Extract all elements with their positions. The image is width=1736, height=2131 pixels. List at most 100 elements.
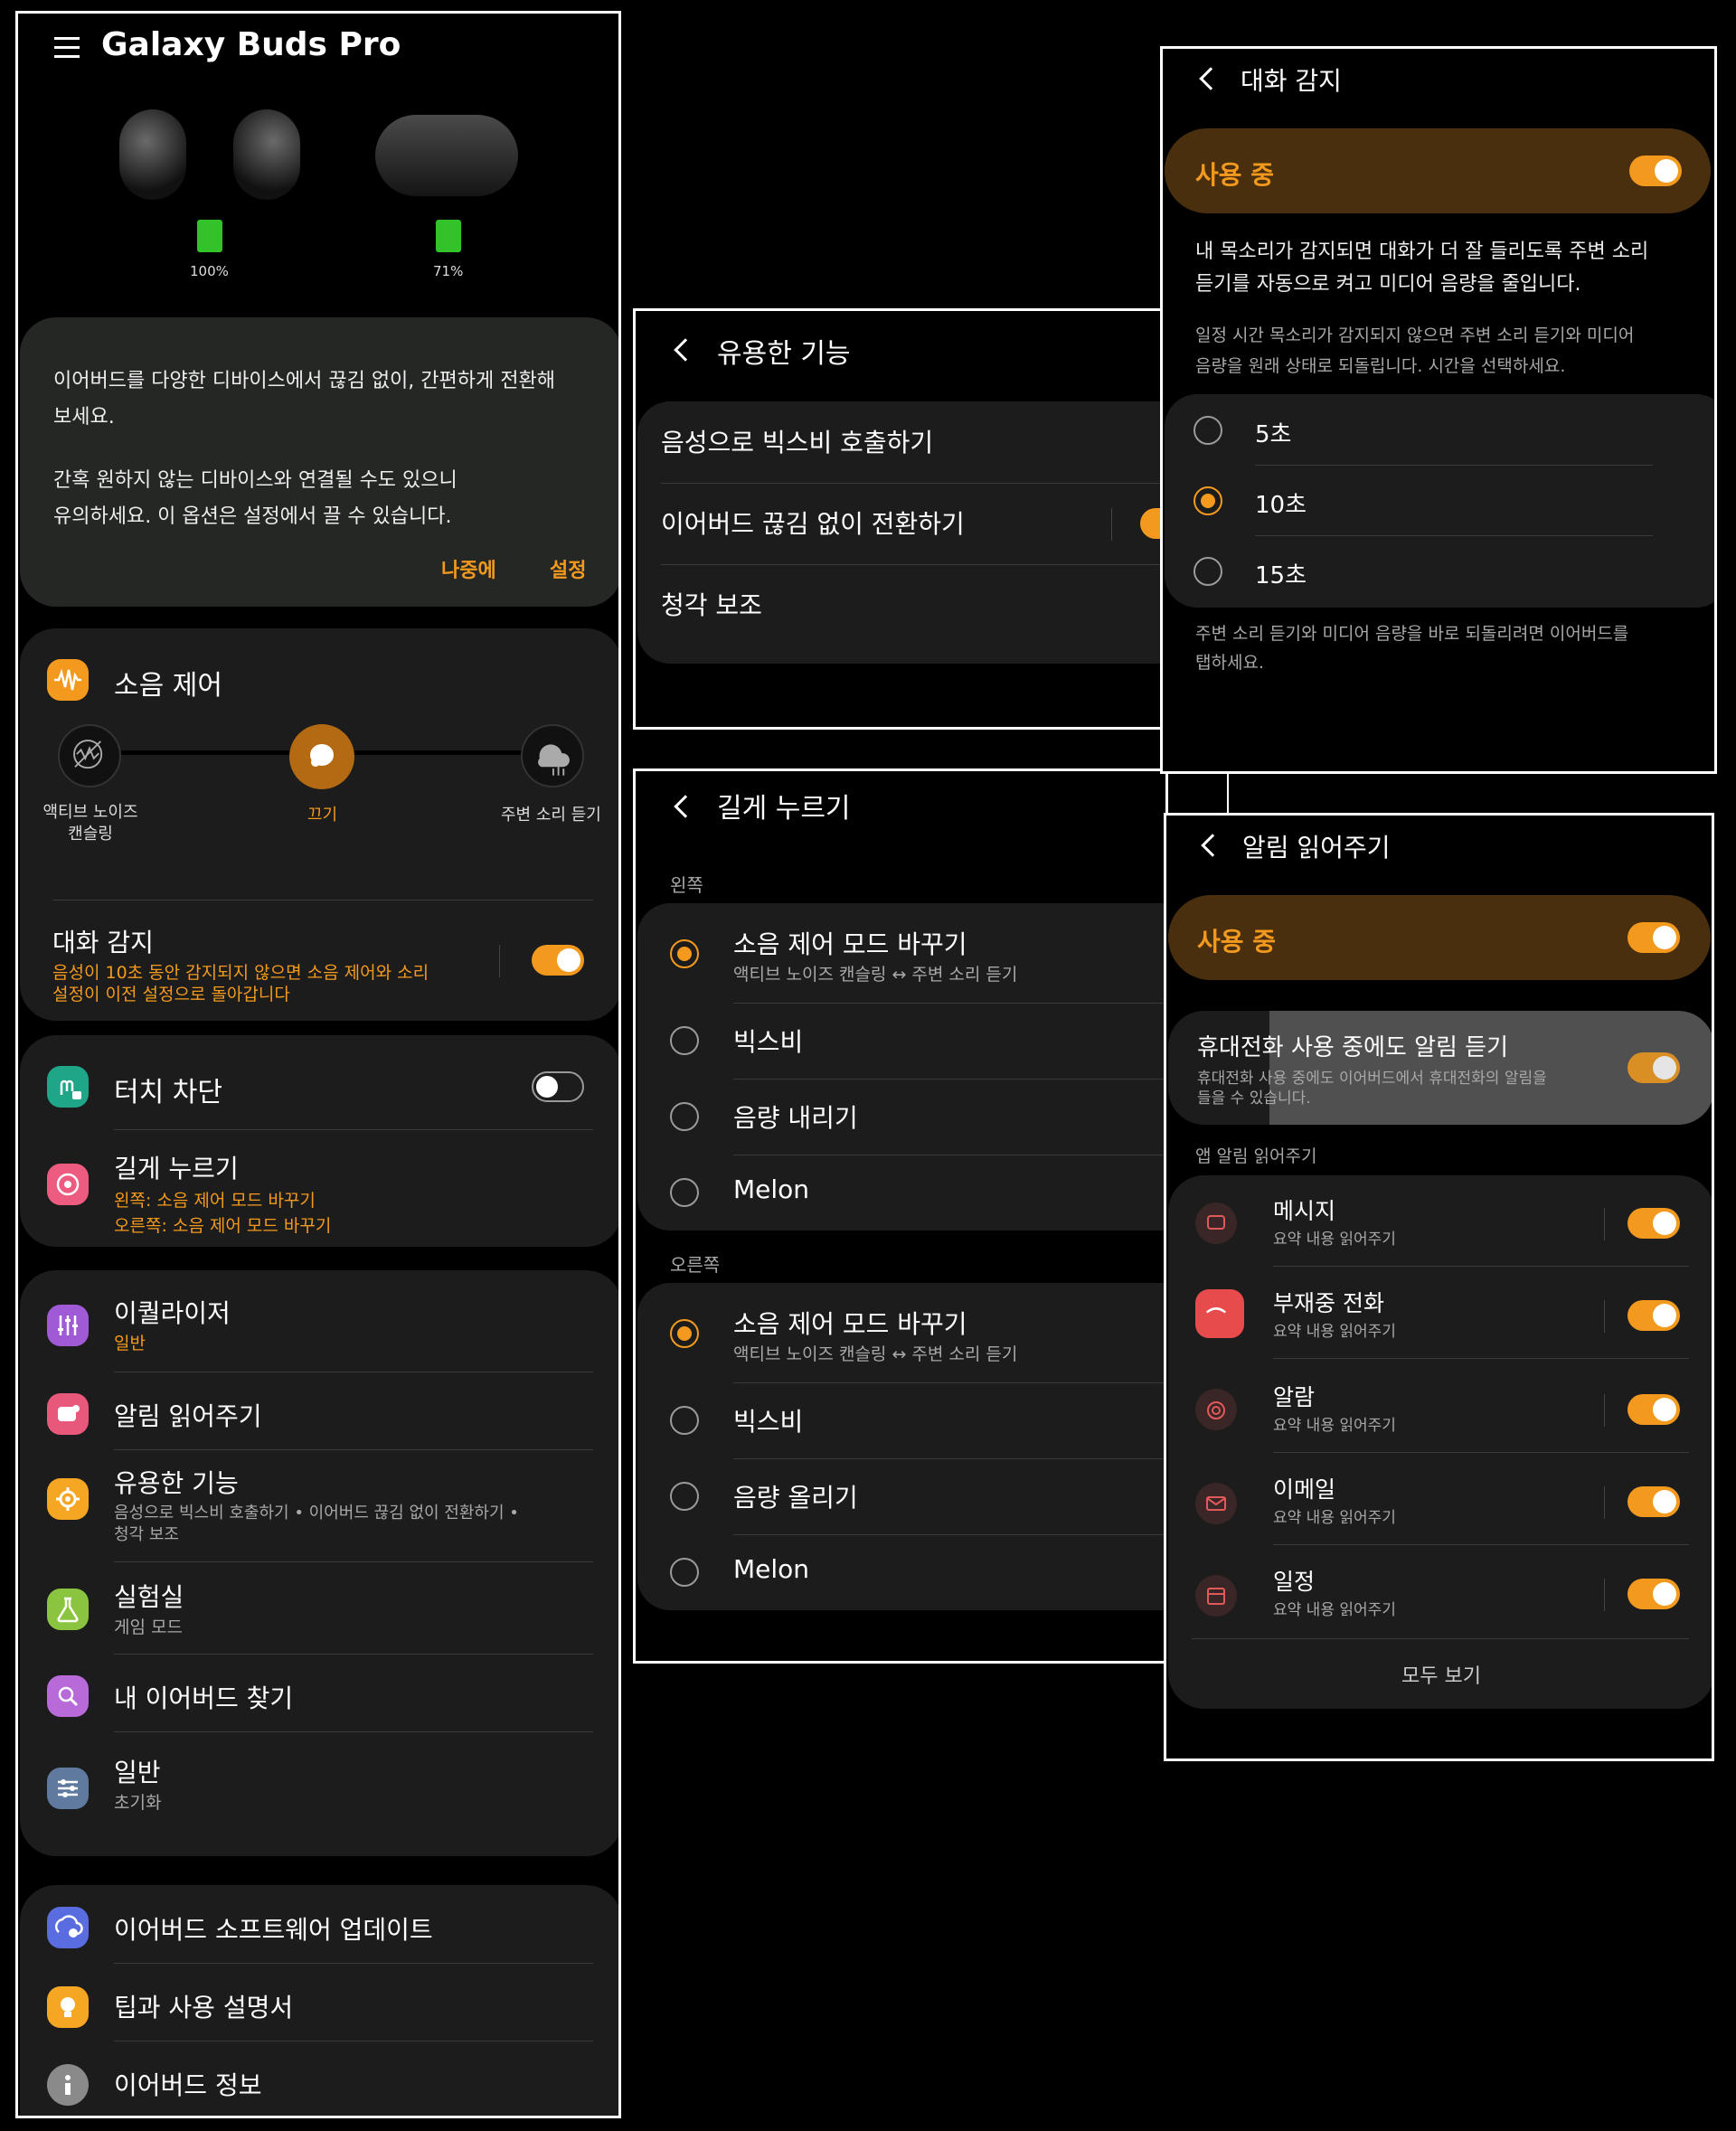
radio-15s[interactable] [1194, 557, 1222, 586]
notice-line: 이어버드를 다양한 디바이스에서 끊김 없이, 간편하게 전환해 [53, 370, 555, 392]
tips-title[interactable]: 팁과 사용 설명서 [114, 1988, 293, 2024]
divider [1273, 1452, 1689, 1453]
page-title: 길게 누르기 [717, 793, 851, 825]
general-title[interactable]: 일반 [114, 1753, 161, 1789]
noise-control-icon [47, 659, 89, 701]
option-label[interactable]: 15초 [1255, 557, 1307, 590]
app-list-card: 메시지 요약 내용 읽어주기 부재중 전화 요약 내용 읽어주기 알람 요약 내… [1168, 1175, 1712, 1709]
divider [114, 1449, 593, 1450]
phone-use-desc: 들을 수 있습니다. [1197, 1089, 1311, 1108]
settings-list-card: 이퀄라이저 일반 알림 읽어주기 유용한 기능 음성으로 빅스비 호출하기 • … [20, 1270, 618, 1856]
notification-title[interactable]: 알림 읽어주기 [114, 1397, 261, 1433]
left-radio-melon[interactable] [670, 1178, 699, 1207]
in-use-bar: 사용 중 [1168, 895, 1711, 980]
right-option-label[interactable]: 음량 올리기 [733, 1478, 858, 1514]
touch-card: 터치 차단 길게 누르기 왼쪽: 소음 제어 모드 바꾸기 오른쪽: 소음 제어… [20, 1035, 618, 1247]
bottom-list-card: 이어버드 소프트웨어 업데이트 팁과 사용 설명서 이어버드 정보 [20, 1885, 618, 2116]
app-name: 부재중 전화 [1273, 1290, 1384, 1316]
see-all-button[interactable]: 모두 보기 [1168, 1660, 1712, 1689]
divider [661, 483, 1165, 484]
right-radio-mode[interactable] [670, 1319, 699, 1348]
in-use-bar: 사용 중 [1165, 128, 1711, 213]
email-toggle[interactable] [1628, 1486, 1680, 1517]
app-name: 알람 [1273, 1384, 1316, 1410]
switch-notice-card: 이어버드를 다양한 디바이스에서 끊김 없이, 간편하게 전환해 보세요. 간혹… [20, 317, 618, 607]
right-radio-bixby[interactable] [670, 1406, 699, 1435]
page-title: 알림 읽어주기 [1242, 833, 1391, 863]
left-option-label[interactable]: 소음 제어 모드 바꾸기 [733, 925, 967, 961]
radio-5s[interactable] [1194, 416, 1222, 445]
main-screen: Galaxy Buds Pro 100% 71% 이어버드를 다양한 디바이스에… [15, 11, 621, 2118]
labs-sub: 게임 모드 [114, 1617, 183, 1637]
right-radio-melon[interactable] [670, 1558, 699, 1587]
back-icon[interactable] [674, 795, 697, 818]
later-button[interactable]: 나중에 [441, 554, 496, 583]
option-label[interactable]: 5초 [1255, 416, 1291, 449]
battery-buds-level: 100% [190, 263, 229, 279]
option-label[interactable]: 10초 [1255, 486, 1307, 520]
page-title: 대화 감지 [1241, 66, 1342, 96]
section-label: 앱 알림 읽어주기 [1195, 1146, 1317, 1166]
left-radio-mode[interactable] [670, 939, 699, 968]
left-radio-volume[interactable] [670, 1102, 699, 1131]
right-option-label[interactable]: Melon [733, 1554, 809, 1584]
right-radio-volume[interactable] [670, 1482, 699, 1511]
left-option-label[interactable]: 음량 내리기 [733, 1099, 858, 1135]
menu-icon[interactable] [54, 37, 80, 59]
message-toggle[interactable] [1628, 1208, 1680, 1239]
right-option-label[interactable]: 소음 제어 모드 바꾸기 [733, 1305, 967, 1341]
phone-use-toggle[interactable] [1628, 1052, 1680, 1083]
earbud-right-image [233, 109, 300, 200]
alarm-toggle[interactable] [1628, 1394, 1680, 1425]
find-earbuds-title[interactable]: 내 이어버드 찾기 [114, 1679, 293, 1715]
left-option-label[interactable]: Melon [733, 1174, 809, 1204]
phone-use-title[interactable]: 휴대전화 사용 중에도 알림 듣기 [1197, 1029, 1508, 1062]
general-icon [47, 1768, 89, 1809]
ambient-mode-button[interactable] [521, 724, 584, 787]
left-option-sub: 액티브 노이즈 캔슬링 ↔ 주변 소리 듣기 [733, 965, 1018, 985]
settings-button[interactable]: 설정 [550, 554, 586, 583]
earbud-left-image [119, 109, 186, 200]
earbud-info-title[interactable]: 이어버드 정보 [114, 2066, 261, 2102]
radio-10s[interactable] [1194, 486, 1222, 515]
missed-call-toggle[interactable] [1628, 1300, 1680, 1331]
conversation-detect-master-toggle[interactable] [1629, 156, 1682, 186]
useful-features-title[interactable]: 유용한 기능 [114, 1464, 239, 1500]
conversation-detect-title[interactable]: 대화 감지 [52, 923, 154, 959]
touch-block-toggle[interactable] [532, 1071, 584, 1102]
useful-features-sub: 음성으로 빅스비 호출하기 • 이어버드 끊김 없이 전환하기 • [114, 1504, 519, 1523]
footer-note: 주변 소리 듣기와 미디어 음량을 바로 되돌리려면 이어버드를 [1195, 624, 1629, 644]
notification-master-toggle[interactable] [1628, 922, 1680, 953]
right-option-label[interactable]: 빅스비 [733, 1402, 803, 1438]
phone-use-card: 휴대전화 사용 중에도 알림 듣기 휴대전화 사용 중에도 이어버드에서 휴대전… [1168, 1011, 1712, 1125]
conversation-detect-screen: 대화 감지 사용 중 내 목소리가 감지되면 대화가 더 잘 들리도록 주변 소… [1160, 46, 1717, 774]
equalizer-title[interactable]: 이퀄라이저 [114, 1294, 231, 1330]
calendar-toggle[interactable] [1628, 1579, 1680, 1609]
bixby-voice-item[interactable]: 음성으로 빅스비 호출하기 [661, 423, 933, 459]
hearing-aid-item[interactable]: 청각 보조 [661, 586, 762, 622]
general-sub: 초기화 [114, 1793, 162, 1813]
divider [1192, 1638, 1689, 1639]
divider [1273, 1544, 1689, 1545]
back-icon[interactable] [1201, 834, 1224, 857]
notice-line: 유의하세요. 이 옵션은 설정에서 끌 수 있습니다. [53, 505, 452, 528]
separator [1604, 1579, 1605, 1611]
long-press-title[interactable]: 길게 누르기 [114, 1149, 239, 1185]
left-radio-bixby[interactable] [670, 1026, 699, 1055]
anc-icon [73, 740, 103, 769]
back-icon[interactable] [674, 338, 697, 362]
off-mode-button[interactable] [289, 724, 354, 789]
notice-line: 보세요. [53, 406, 115, 429]
software-update-title[interactable]: 이어버드 소프트웨어 업데이트 [114, 1910, 433, 1947]
labs-title[interactable]: 실험실 [114, 1578, 184, 1614]
app-sub: 요약 내용 읽어주기 [1273, 1509, 1396, 1527]
separator [1604, 1486, 1605, 1519]
conversation-detect-toggle[interactable] [532, 945, 584, 976]
conversation-detect-desc: 설정이 이전 설정으로 돌아갑니다 [52, 985, 290, 1004]
anc-mode-button[interactable] [58, 724, 121, 787]
seamless-switch-item[interactable]: 이어버드 끊김 없이 전환하기 [661, 504, 965, 541]
left-option-label[interactable]: 빅스비 [733, 1023, 803, 1059]
equalizer-icon [47, 1305, 89, 1346]
back-icon[interactable] [1199, 67, 1222, 90]
noise-control-card: 소음 제어 액티브 노이즈 캔슬링 끄기 주변 소리 듣기 대화 감지 음성이 … [20, 628, 618, 1021]
